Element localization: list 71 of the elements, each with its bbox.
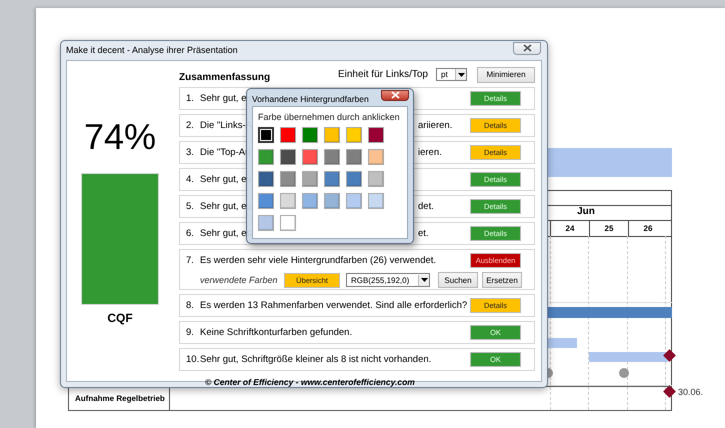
close-icon [390,91,400,99]
color-swatch[interactable] [346,171,362,187]
color-swatch[interactable] [368,127,384,143]
day-label: 24 [550,221,589,236]
row-number: 8. [186,300,195,311]
row-number: 4. [186,174,195,185]
color-dropdown[interactable]: RGB(255,192,0) [346,273,430,287]
row-number: 10. [186,354,200,365]
colors-label: verwendete Farben [200,275,279,285]
color-swatch[interactable] [324,193,340,209]
row-text: Sehr gut, Schriftgröße kleiner als 8 ist nicht vorhanden. [200,354,432,365]
unit-label: Einheit für Links/Top [338,69,428,80]
window-title: Make it decent - Analyse ihrer Präsentation [66,45,238,55]
replace-button[interactable]: Ersetzen [482,272,522,288]
color-swatch[interactable] [258,171,274,187]
color-swatch[interactable] [324,171,340,187]
dropdown-icon [458,72,464,76]
color-swatch[interactable] [280,149,296,165]
score-label: CQF [107,311,133,325]
row-text: det. [418,201,434,212]
color-swatch[interactable] [368,171,384,187]
color-swatch[interactable] [368,193,384,209]
row-text: ieren. [418,147,442,158]
row-text: Es werden 13 Rahmenfarben verwendet. Sind alle erforderlich? [200,300,468,311]
row-number: 6. [186,228,195,239]
minimize-button[interactable]: Minimieren [477,66,535,82]
milestone-date: 30.06. [678,387,704,397]
color-swatch[interactable] [280,193,296,209]
row-text: Keine Schriftkonturfarben gefunden. [200,327,352,338]
color-swatch[interactable] [368,149,384,165]
gantt-bar [548,338,577,348]
color-swatch[interactable] [280,171,296,187]
day-label: 26 [628,221,667,236]
color-swatch[interactable] [346,127,362,143]
score-percent: 74% [84,117,156,157]
row-number: 9. [186,327,195,338]
color-swatch[interactable] [280,215,296,231]
color-swatch[interactable] [302,171,318,187]
row-number: 2. [186,120,195,131]
color-swatch[interactable] [258,127,274,143]
close-icon [522,44,532,52]
gantt-dot [619,368,629,378]
hint-text: Farbe übernehmen durch anklicken [258,112,401,122]
color-swatch[interactable] [324,127,340,143]
row-text: ariieren. [418,120,452,131]
color-swatch[interactable] [324,149,340,165]
color-swatch[interactable] [302,193,318,209]
dropdown-icon [420,278,428,282]
row-number: 5. [186,201,195,212]
color-swatch[interactable] [258,193,274,209]
close-button[interactable] [513,42,541,54]
day-label: 25 [589,221,628,236]
color-swatch[interactable] [280,127,296,143]
color-swatch[interactable] [346,193,362,209]
color-swatch[interactable] [302,149,318,165]
color-swatch[interactable] [346,149,362,165]
row-text: et. [418,228,429,239]
row-number: 1. [186,93,195,104]
footer-text: © Center of Efficiency - www.centerofefficiency.com [205,377,416,387]
row-number: 3. [186,147,195,158]
section-heading: Zusammenfassung [179,72,270,83]
color-swatch[interactable] [258,149,274,165]
row-text: Es werden sehr viele Hintergrundfarben (26) verwendet. [200,255,436,266]
close-button[interactable] [381,90,409,100]
month-label: Jun [576,206,596,217]
search-button[interactable]: Suchen [438,272,478,288]
row-number: 7. [186,255,195,266]
window-title: Vorhandene Hintergrundfarben [252,94,369,104]
color-swatch[interactable] [302,127,318,143]
unit-dropdown[interactable]: pt [436,68,467,81]
color-swatch[interactable] [258,215,274,231]
